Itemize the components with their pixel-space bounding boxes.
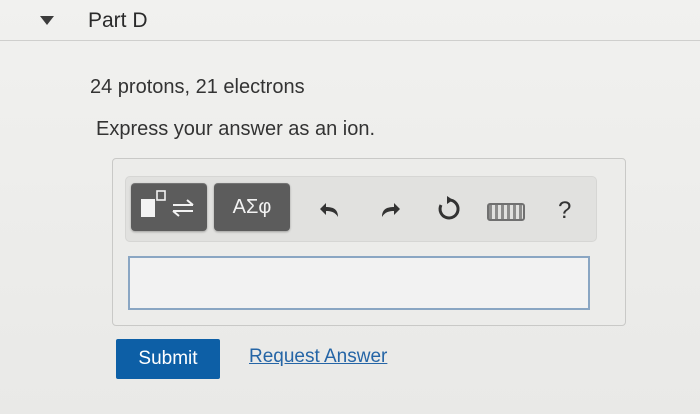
redo-icon[interactable] bbox=[376, 197, 402, 227]
part-title: Part D bbox=[88, 9, 148, 32]
question-text: 24 protons, 21 electrons bbox=[90, 76, 305, 98]
instruction-text: Express your answer as an ion. bbox=[96, 118, 376, 140]
part-header[interactable]: Part D bbox=[0, 0, 700, 41]
collapse-caret-icon[interactable] bbox=[40, 16, 54, 25]
submit-button[interactable]: Submit bbox=[116, 339, 220, 379]
page: Part D 24 protons, 21 electrons Express … bbox=[0, 0, 700, 414]
templates-icon bbox=[141, 190, 194, 217]
symbols-button[interactable]: ΑΣφ bbox=[214, 183, 290, 231]
undo-icon[interactable] bbox=[318, 197, 344, 227]
keyboard-icon[interactable] bbox=[487, 203, 525, 221]
answer-input[interactable] bbox=[128, 256, 590, 310]
templates-button[interactable] bbox=[131, 183, 207, 231]
reset-icon[interactable] bbox=[436, 196, 462, 226]
request-answer-link[interactable]: Request Answer bbox=[249, 346, 387, 368]
help-icon[interactable]: ? bbox=[558, 198, 571, 224]
